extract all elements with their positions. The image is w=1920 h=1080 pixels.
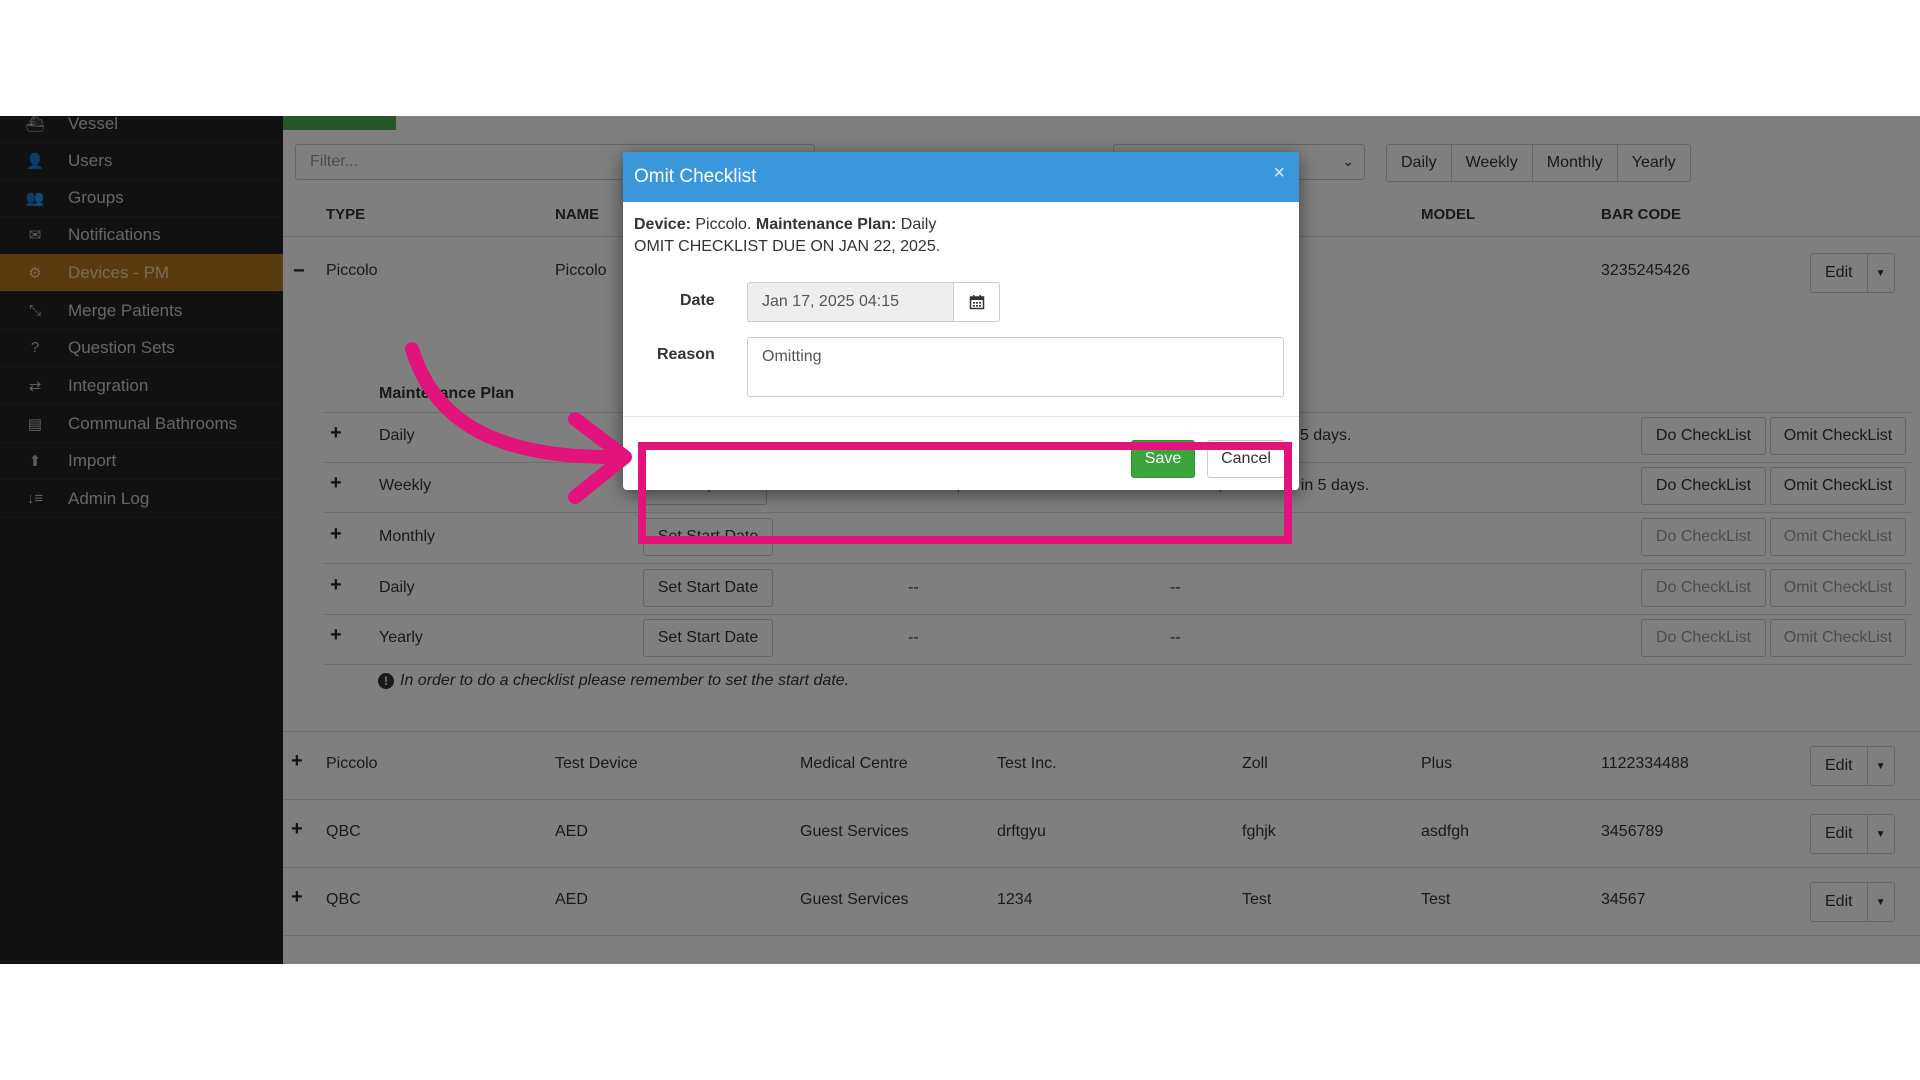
pointer-arrow-icon	[405, 342, 632, 504]
modal-footer-divider	[623, 416, 1299, 417]
reason-highlight-box	[638, 442, 1292, 544]
reason-textarea[interactable]	[747, 337, 1284, 397]
date-input[interactable]: Jan 17, 2025 04:15	[747, 282, 953, 322]
close-icon[interactable]: ×	[1273, 162, 1285, 185]
device-value: Piccolo.	[695, 216, 752, 233]
calendar-button[interactable]	[953, 282, 1000, 322]
calendar-icon	[969, 295, 984, 310]
date-label: Date	[680, 292, 715, 309]
modal-title: Omit Checklist	[634, 166, 757, 187]
screenshot-area: ⛴ Vessel 👤 Users 👥 Groups ✉ Notification…	[0, 116, 1920, 964]
plan-label: Maintenance Plan:	[755, 216, 897, 233]
device-label: Device:	[634, 216, 691, 233]
due-text: OMIT CHECKLIST DUE ON JAN 22, 2025.	[634, 238, 941, 255]
plan-value: Daily	[900, 216, 937, 233]
modal-header: Omit Checklist ×	[623, 152, 1299, 202]
modal-info: Device: Piccolo. Maintenance Plan: Daily…	[634, 214, 940, 258]
reason-label: Reason	[657, 346, 715, 363]
omit-checklist-modal: Omit Checklist × Device: Piccolo. Mainte…	[623, 152, 1299, 490]
